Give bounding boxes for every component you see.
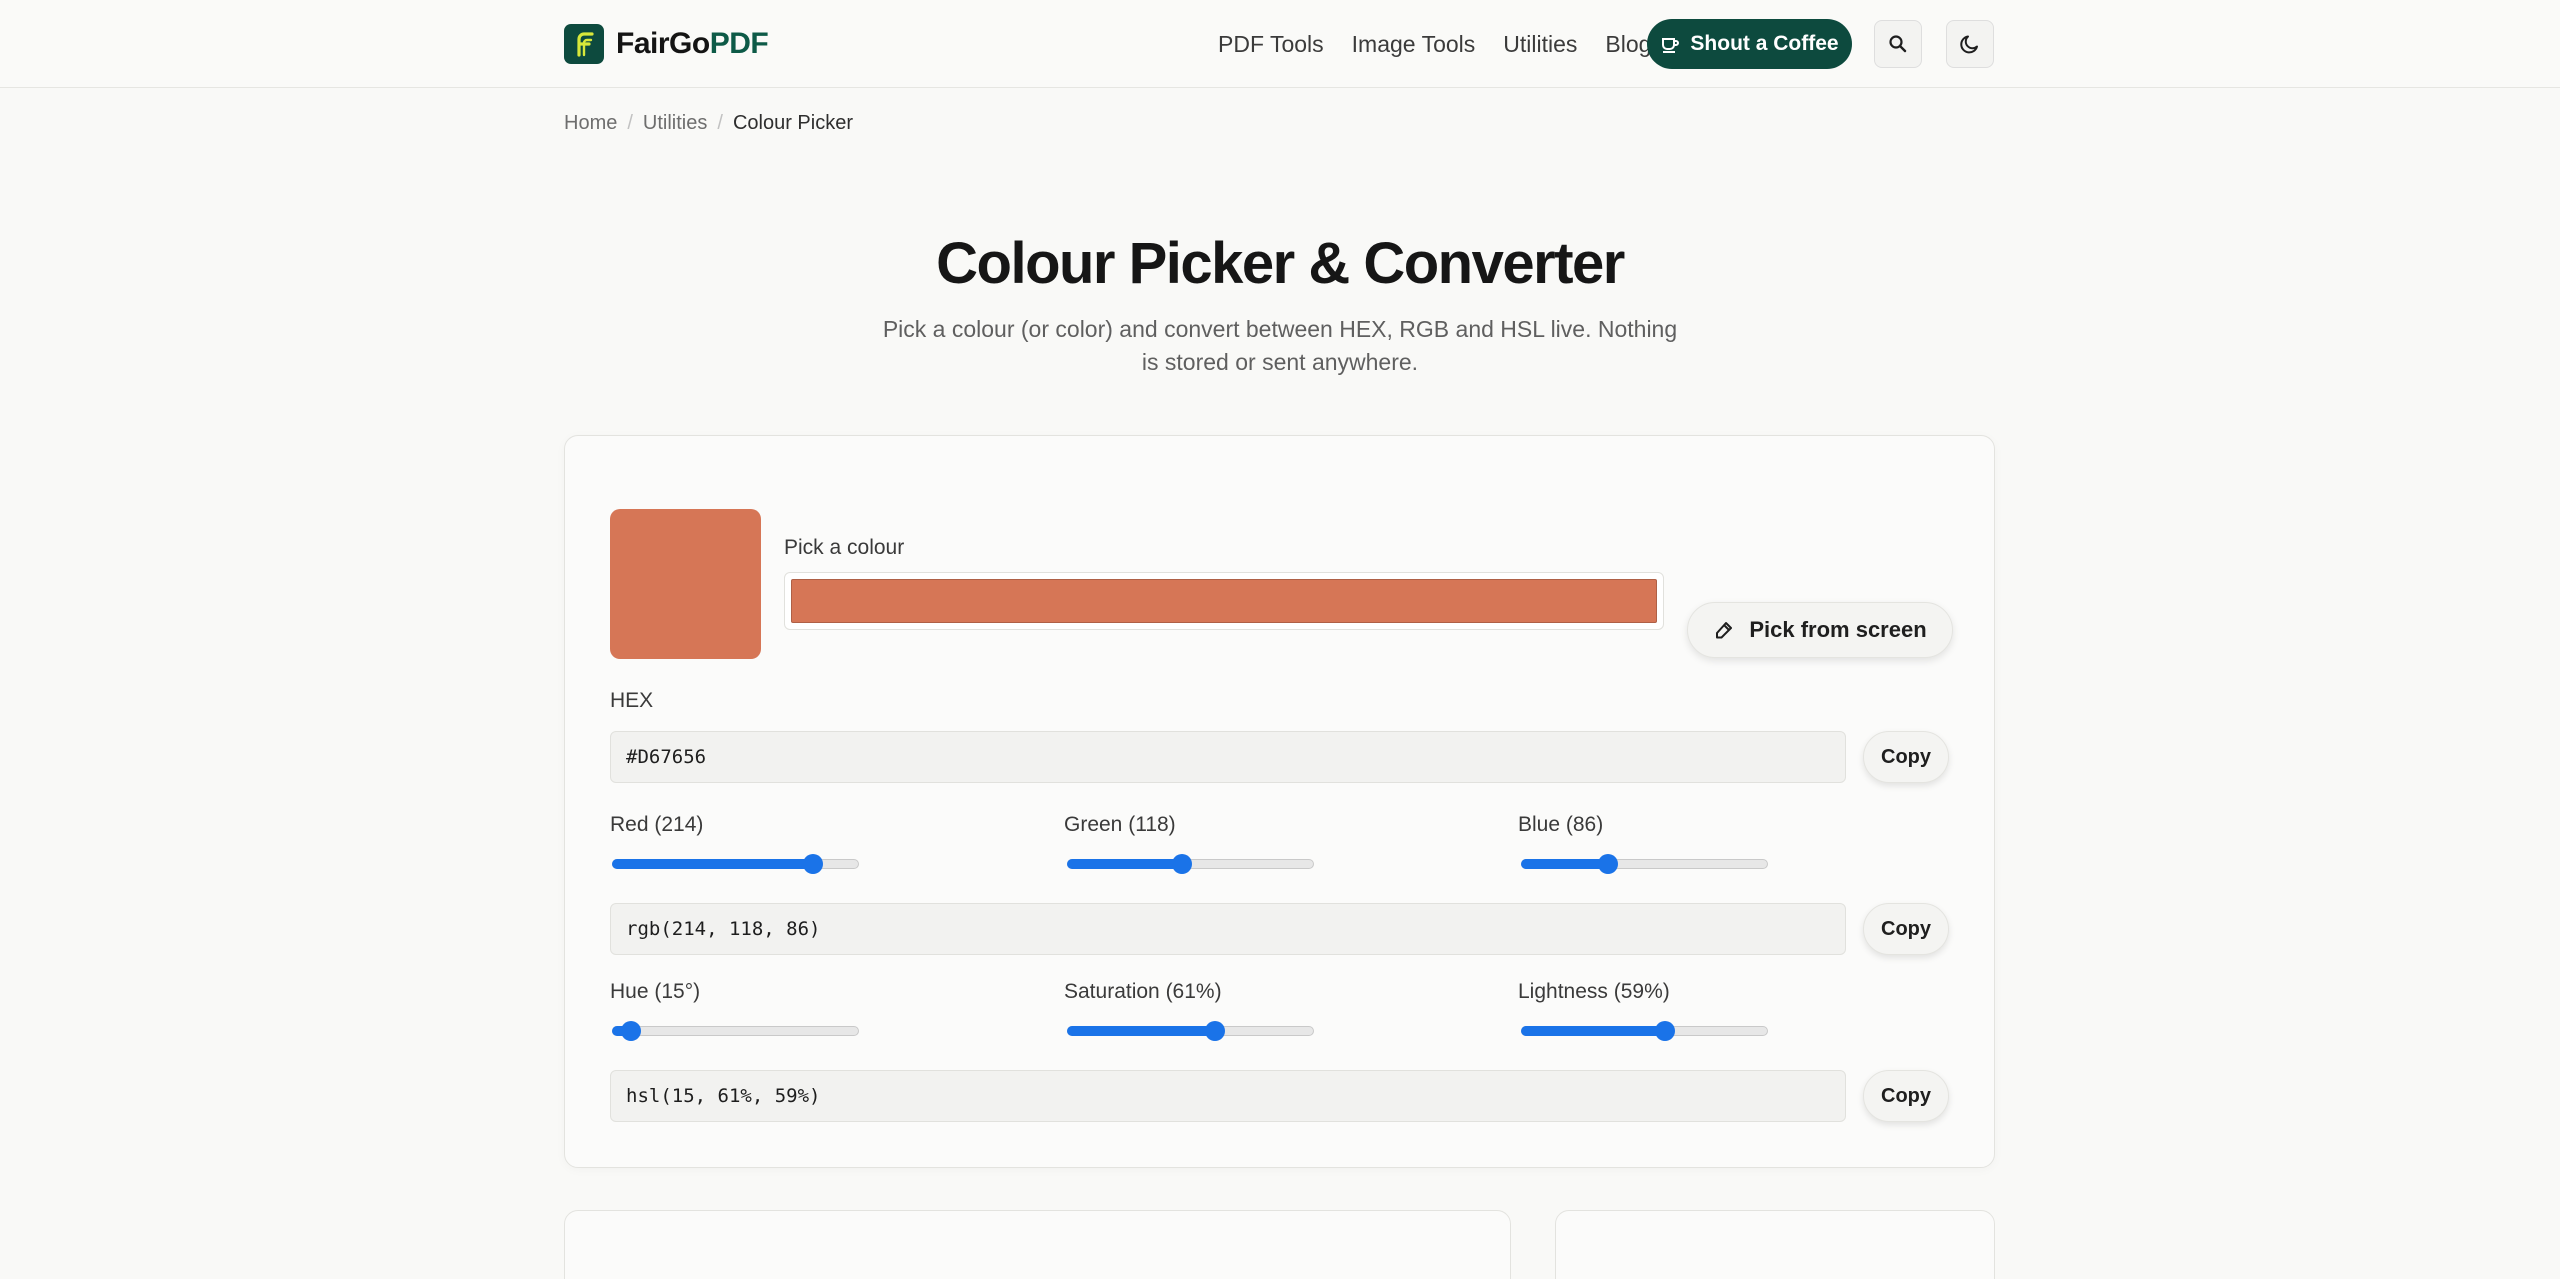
breadcrumb-separator: / — [717, 112, 723, 134]
breadcrumb-separator: / — [627, 112, 633, 134]
logo-icon — [564, 24, 604, 64]
site-header: FairGoPDF PDF Tools Image Tools Utilitie… — [0, 0, 2560, 88]
sidebar-card — [1555, 1210, 1995, 1279]
rgb-field[interactable]: rgb(214, 118, 86) — [610, 903, 1846, 955]
shout-coffee-label: Shout a Coffee — [1690, 32, 1839, 55]
breadcrumb: Home / Utilities / Colour Picker — [564, 112, 853, 135]
green-label: Green (118) — [1064, 813, 1176, 836]
logo[interactable]: FairGoPDF — [564, 24, 769, 64]
saturation-slider[interactable] — [1067, 1019, 1314, 1043]
slider-thumb[interactable] — [1597, 854, 1618, 874]
nav-blog[interactable]: Blog — [1605, 31, 1651, 58]
main-nav: PDF Tools Image Tools Utilities Blog — [1218, 20, 1679, 68]
search-button[interactable] — [1874, 20, 1922, 68]
shout-coffee-button[interactable]: Shout a Coffee — [1647, 19, 1852, 69]
pick-from-screen-label: Pick from screen — [1749, 617, 1927, 642]
breadcrumb-home[interactable]: Home — [564, 112, 617, 135]
page-subtitle: Pick a colour (or color) and convert bet… — [882, 316, 1678, 375]
pick-colour-label: Pick a colour — [784, 536, 905, 559]
blue-slider[interactable] — [1521, 852, 1768, 876]
hue-slider[interactable] — [612, 1019, 859, 1043]
hex-field[interactable]: #D67656 — [610, 731, 1846, 783]
nav-image-tools[interactable]: Image Tools — [1352, 31, 1476, 58]
colour-input[interactable] — [784, 572, 1664, 630]
copy-rgb-button[interactable]: Copy — [1863, 903, 1949, 955]
red-slider[interactable] — [612, 852, 859, 876]
page-title: Colour Picker & Converter — [936, 231, 1625, 296]
breadcrumb-current: Colour Picker — [732, 112, 853, 134]
colour-swatch — [610, 509, 761, 659]
copy-hsl-button[interactable]: Copy — [1863, 1070, 1949, 1122]
lightness-label: Lightness (59%) — [1518, 980, 1670, 1003]
logo-text: FairGoPDF — [616, 27, 769, 60]
slider-thumb[interactable] — [1205, 1021, 1226, 1041]
green-slider[interactable] — [1067, 852, 1314, 876]
breadcrumb-utilities[interactable]: Utilities — [643, 112, 707, 135]
hsl-field[interactable]: hsl(15, 61%, 59%) — [610, 1070, 1846, 1122]
theme-toggle-button[interactable] — [1946, 20, 1994, 68]
slider-thumb[interactable] — [802, 854, 823, 874]
colour-picker-card: Pick a colour Pick from screen HEX #D676… — [564, 435, 1995, 1168]
slider-thumb[interactable] — [621, 1021, 642, 1041]
colour-input-fill — [791, 579, 1657, 623]
pick-from-screen-button[interactable]: Pick from screen — [1687, 602, 1953, 658]
blue-label: Blue (86) — [1518, 813, 1604, 836]
hue-label: Hue (15°) — [610, 980, 701, 1003]
saturation-label: Saturation (61%) — [1064, 980, 1222, 1003]
hex-label: HEX — [610, 689, 654, 712]
nav-utilities[interactable]: Utilities — [1503, 31, 1577, 58]
red-label: Red (214) — [610, 813, 704, 836]
secondary-card — [564, 1210, 1511, 1279]
slider-thumb[interactable] — [1654, 1021, 1675, 1041]
copy-hex-button[interactable]: Copy — [1863, 731, 1949, 783]
coffee-icon — [1662, 38, 1680, 53]
nav-pdf-tools[interactable]: PDF Tools — [1218, 31, 1324, 58]
moon-icon — [1960, 35, 1978, 54]
search-icon — [1889, 35, 1907, 53]
slider-thumb[interactable] — [1172, 854, 1193, 874]
eyedropper-icon — [1716, 622, 1733, 639]
lightness-slider[interactable] — [1521, 1019, 1768, 1043]
